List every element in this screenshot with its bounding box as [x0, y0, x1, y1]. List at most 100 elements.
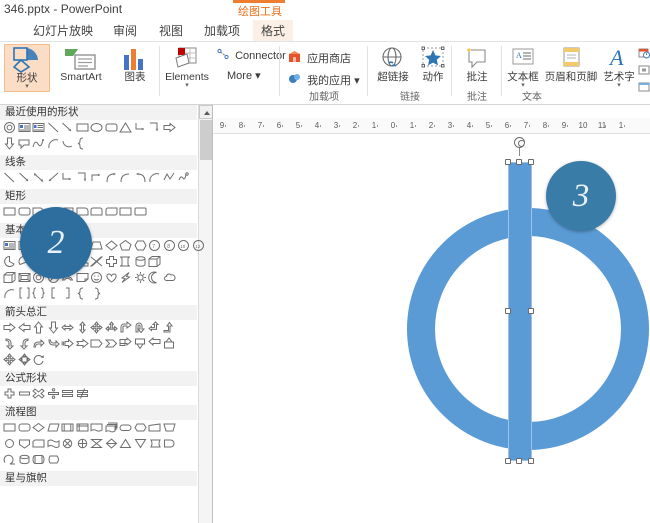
shape-up-down-arrow[interactable]: [76, 321, 89, 334]
shape-up-arrow-callout[interactable]: [163, 337, 176, 350]
shape-line-double-arrow[interactable]: [32, 171, 45, 184]
elements-button[interactable]: Elements ▾: [161, 44, 213, 92]
shape-flow-or[interactable]: [76, 437, 89, 450]
shape-rounded-callout[interactable]: [18, 137, 31, 150]
resize-handle-bottom-center[interactable]: [516, 458, 522, 464]
wordart-dropdown-caret[interactable]: ▾: [598, 82, 640, 89]
shape-bracket-pair[interactable]: [18, 287, 31, 300]
shape-moon[interactable]: [148, 271, 161, 284]
shape-flow-multidoc[interactable]: [105, 421, 118, 434]
shape-flow-manual-op[interactable]: [162, 421, 176, 434]
shape-freeform[interactable]: [32, 137, 45, 150]
resize-handle-top-center[interactable]: [516, 159, 522, 165]
shapes-gallery-panel[interactable]: 最近使用的形状线条矩形基本形状781012箭头总汇公式形状流程图星与旗帜: [0, 105, 213, 523]
shape-quad-arrow[interactable]: [90, 321, 103, 334]
shape-cross[interactable]: [105, 255, 118, 268]
elements-dropdown-caret[interactable]: ▾: [161, 82, 213, 89]
object-item[interactable]: 对象: [638, 80, 650, 96]
shape-donut[interactable]: [3, 121, 16, 134]
shape-left-right-arrow[interactable]: [61, 321, 74, 334]
shape-line[interactable]: [47, 121, 60, 134]
shape-curved-up-arrow[interactable]: [32, 337, 45, 350]
shape-arc[interactable]: [3, 287, 16, 300]
shape-pie[interactable]: [3, 255, 16, 268]
shape-elbow-arrow[interactable]: [90, 171, 103, 184]
shape-flow-card[interactable]: [32, 437, 45, 450]
text-box-button[interactable]: A 文本框 ▾: [502, 44, 544, 92]
shape-flow-stored-data[interactable]: [148, 437, 161, 450]
shape-rect-6[interactable]: [134, 205, 147, 218]
shape-flow-punched-tape[interactable]: [47, 437, 60, 450]
shape-elbow-connector-2[interactable]: [76, 171, 89, 184]
shape-curve-arrow[interactable]: [105, 171, 118, 184]
shape-text-box[interactable]: [18, 121, 31, 134]
shape-bent-up-arrow[interactable]: [163, 321, 176, 334]
shape-cloud[interactable]: [163, 271, 176, 284]
shapes-dropdown-caret[interactable]: ▾: [5, 83, 49, 90]
shape-flow-direct-access[interactable]: [32, 453, 45, 466]
shape-pentagon[interactable]: [119, 239, 132, 252]
resize-handle-top-right[interactable]: [528, 159, 534, 165]
shape-flow-sort[interactable]: [105, 437, 118, 450]
shape-elbow-connector[interactable]: [134, 121, 147, 134]
tab-2[interactable]: 视图: [153, 20, 189, 42]
shape-diagonal-stripe[interactable]: [90, 255, 103, 268]
tab-3[interactable]: 加载项: [199, 20, 245, 42]
comment-button[interactable]: 批注: [454, 44, 500, 92]
gallery-scrollbar[interactable]: [198, 105, 212, 523]
shape-flow-sequential[interactable]: [3, 453, 16, 466]
shape-flow-display[interactable]: [47, 453, 60, 466]
resize-handle-bottom-right[interactable]: [528, 458, 534, 464]
shape-arc[interactable]: [47, 137, 60, 150]
tab-4[interactable]: 格式: [253, 20, 293, 42]
action-button[interactable]: 动作: [410, 44, 456, 92]
shape-circular-arrow[interactable]: [32, 353, 45, 366]
resize-handle-middle-left[interactable]: [505, 308, 511, 314]
shape-left-brace[interactable]: [76, 137, 89, 150]
header-footer-button[interactable]: 页眉和页脚: [543, 44, 599, 92]
tab-0[interactable]: 幻灯片放映: [30, 20, 96, 42]
shape-flow-predefined[interactable]: [61, 421, 74, 434]
smartart-button[interactable]: SmartArt: [52, 44, 110, 92]
shape-flow-magnetic-disk[interactable]: [18, 453, 31, 466]
shape-flow-extract[interactable]: [119, 437, 132, 450]
shape-flow-delay[interactable]: [163, 437, 176, 450]
shape-quad-arrow-callout[interactable]: [17, 353, 31, 366]
shape-right-brace[interactable]: [90, 287, 103, 300]
shape-line-arrow-2[interactable]: [47, 171, 60, 184]
shape-folded-corner[interactable]: [76, 271, 89, 284]
app-store-item[interactable]: 应用商店: [288, 50, 351, 66]
shape-smiley[interactable]: [90, 271, 103, 284]
shape-flow-offpage[interactable]: [18, 437, 31, 450]
shape-brace-pair[interactable]: [32, 287, 45, 300]
shape-not-equal-sign[interactable]: [76, 387, 89, 400]
shape-notched-right-arrow[interactable]: [75, 337, 89, 350]
shape-round-diag-rect[interactable]: [105, 205, 118, 218]
shape-text-box[interactable]: [3, 239, 16, 252]
shapes-button[interactable]: 形状 ▾: [4, 44, 50, 92]
shape-cube-2[interactable]: [3, 271, 16, 284]
shape-left-brace[interactable]: [76, 287, 89, 300]
shape-flow-process[interactable]: [3, 421, 16, 434]
shape-sun[interactable]: [134, 271, 147, 284]
shape-u-turn-arrow[interactable]: [134, 321, 147, 334]
tab-1[interactable]: 审阅: [107, 20, 143, 42]
shape-cube[interactable]: [148, 255, 161, 268]
shape-flow-summing[interactable]: [61, 437, 74, 450]
shape-heptagon[interactable]: 7: [148, 239, 161, 252]
shape-rectangle[interactable]: [3, 205, 16, 218]
shape-round-rect[interactable]: [105, 121, 118, 134]
scrollbar-thumb[interactable]: [200, 120, 212, 160]
shape-scribble[interactable]: [177, 171, 190, 184]
date-time-item[interactable]: 日期和时间: [638, 46, 650, 62]
shape-right-arrow[interactable]: [163, 121, 176, 134]
shape-diamond[interactable]: [104, 239, 118, 252]
shape-chevron[interactable]: [104, 337, 118, 350]
shape-flow-preparation[interactable]: [133, 421, 147, 434]
shape-bent-arrow[interactable]: [119, 321, 132, 334]
shape-lightning[interactable]: [119, 271, 132, 284]
resize-handle-bottom-left[interactable]: [505, 458, 511, 464]
shape-right-bracket[interactable]: [61, 287, 74, 300]
shape-cross-arrow[interactable]: [3, 353, 16, 366]
shape-curved-right-arrow[interactable]: [3, 337, 16, 350]
